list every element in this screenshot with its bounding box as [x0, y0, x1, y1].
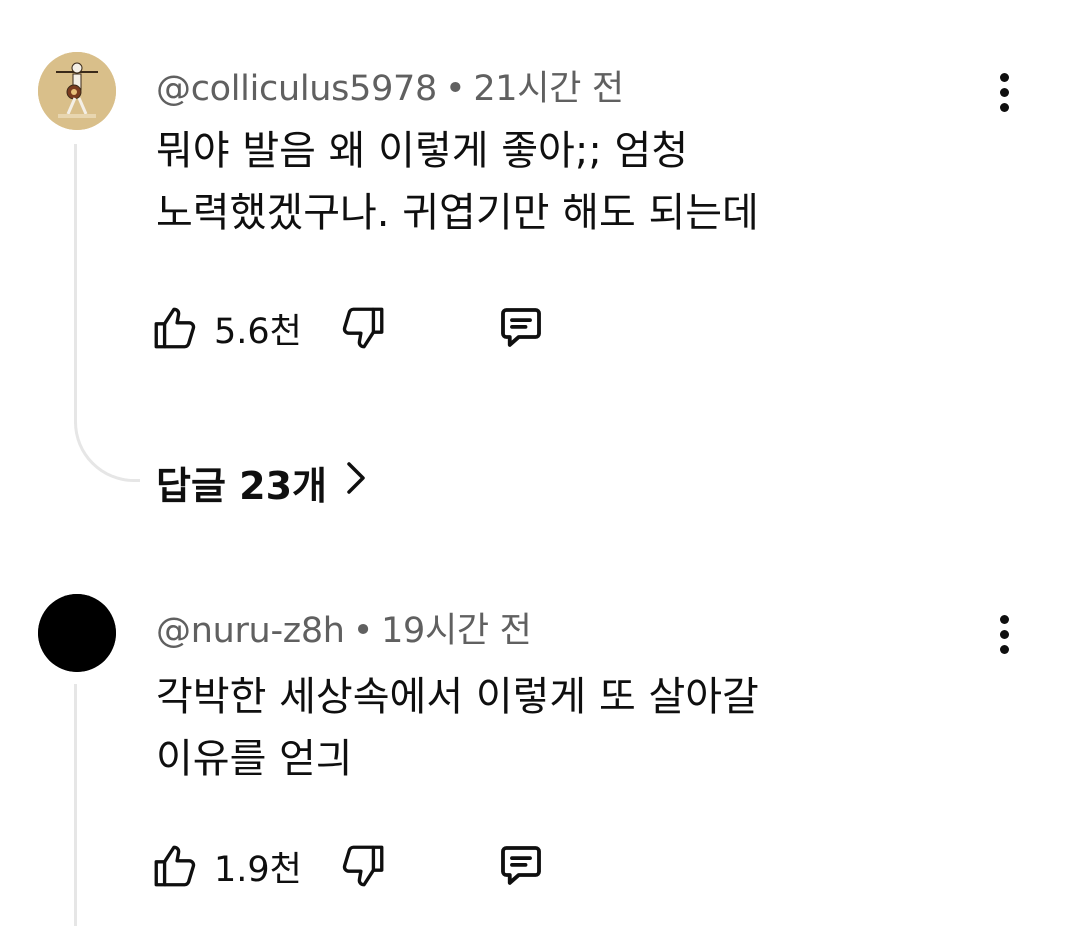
thread-line — [74, 684, 77, 926]
comment-time: 19시간 전 — [381, 611, 532, 651]
thread-line — [74, 144, 77, 424]
chevron-right-icon — [345, 460, 367, 505]
like-button[interactable]: 5.6천 — [150, 298, 302, 358]
more-vertical-icon-dot — [999, 644, 1009, 654]
more-vertical-icon-dot — [999, 102, 1009, 112]
comment-time: 21시간 전 — [473, 69, 624, 109]
comment-line: 노력했겠구나. 귀엽기만 해도 되는데 — [156, 190, 759, 236]
comment-line: 뭐야 발음 왜 이렇게 좋아;; 엄청 — [156, 128, 689, 174]
comment-actions: 1.9천 — [150, 836, 570, 896]
avatar[interactable] — [38, 52, 116, 130]
thumbs-up-icon — [150, 303, 200, 353]
meta-separator: • — [352, 611, 374, 651]
skeleton-figure-avatar-icon — [38, 52, 116, 130]
reply-button[interactable] — [494, 836, 548, 896]
thumbs-up-icon — [150, 841, 200, 891]
comment-line: 각박한 세상속에서 이렇게 또 살아갈 — [156, 674, 759, 720]
dislike-button[interactable] — [338, 298, 388, 358]
avatar[interactable] — [38, 594, 116, 672]
view-replies-button[interactable]: 답글 23개 — [156, 452, 367, 512]
replies-label: 답글 23개 — [156, 463, 327, 508]
more-options-button[interactable] — [984, 604, 1024, 664]
like-count: 1.9천 — [214, 849, 302, 890]
comment-icon — [494, 839, 548, 893]
more-vertical-icon-dot — [999, 87, 1009, 97]
author-handle[interactable]: @colliculus5978 — [156, 69, 437, 109]
comment-text: 각박한 세상속에서 이렇게 또 살아갈 이유를 얻긔 — [156, 666, 916, 790]
comment-meta: @colliculus5978 • 21시간 전 — [156, 60, 624, 111]
comment-item: @colliculus5978 • 21시간 전 뭐야 발음 왜 이렇게 좋아;; … — [0, 0, 1080, 560]
comment-icon — [494, 301, 548, 355]
reply-button[interactable] — [494, 298, 548, 358]
comment-line: 이유를 얻긔 — [156, 736, 353, 782]
comment-meta: @nuru-z8h • 19시간 전 — [156, 602, 532, 653]
like-count: 5.6천 — [214, 311, 302, 352]
thread-connector — [74, 410, 140, 482]
comment-item: @nuru-z8h • 19시간 전 각박한 세상속에서 이렇게 또 살아갈 이유를… — [0, 560, 1080, 926]
thumbs-down-icon — [338, 303, 388, 353]
dislike-button[interactable] — [338, 836, 388, 896]
like-button[interactable]: 1.9천 — [150, 836, 302, 896]
author-handle[interactable]: @nuru-z8h — [156, 611, 345, 651]
comment-text: 뭐야 발음 왜 이렇게 좋아;; 엄청 노력했겠구나. 귀엽기만 해도 되는데 — [156, 120, 916, 244]
more-vertical-icon — [999, 72, 1009, 82]
more-options-button[interactable] — [984, 62, 1024, 122]
black-circle-avatar-icon — [38, 594, 116, 672]
meta-separator: • — [444, 69, 466, 109]
comment-actions: 5.6천 — [150, 298, 570, 358]
more-vertical-icon-dot — [999, 629, 1009, 639]
more-vertical-icon — [999, 614, 1009, 624]
thumbs-down-icon — [338, 841, 388, 891]
